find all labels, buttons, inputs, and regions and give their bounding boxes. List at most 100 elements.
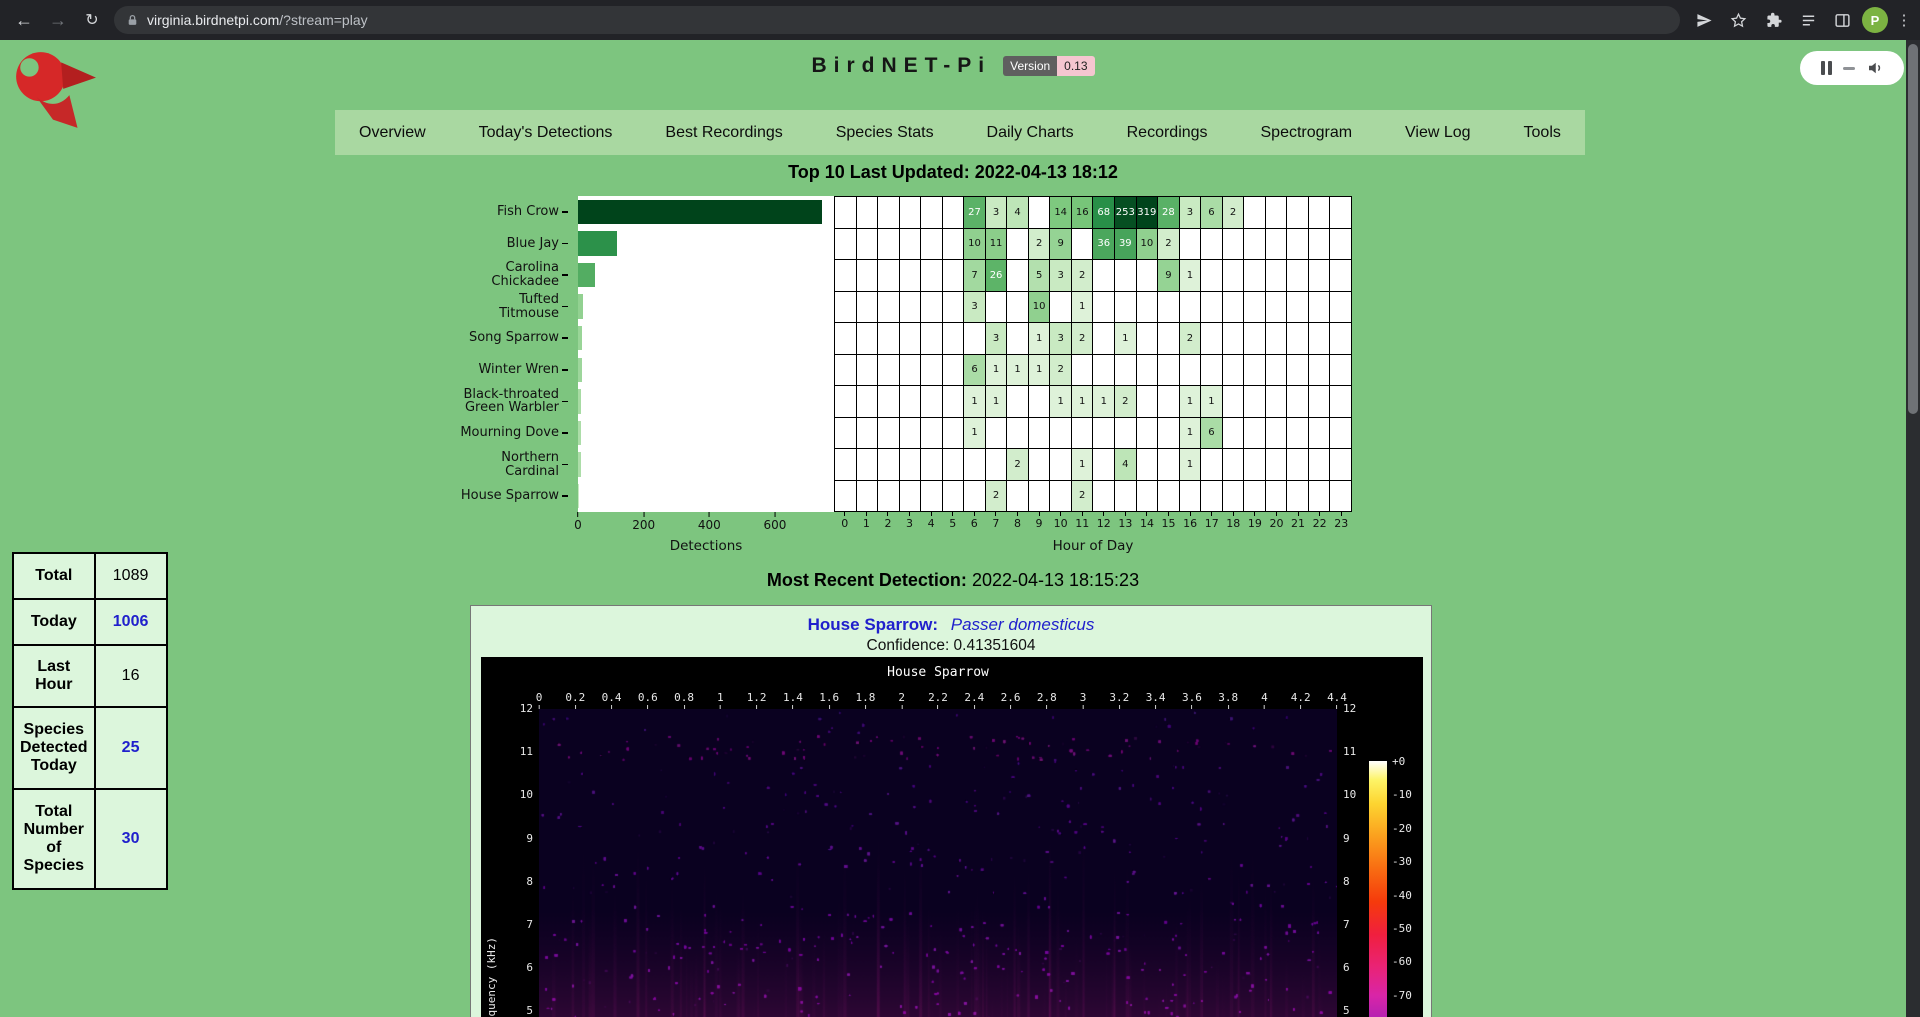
spec-db-tick-60: -60 xyxy=(1392,955,1412,968)
heatmap-cell-song-sparrow-h18 xyxy=(1223,323,1244,354)
scrollbar-thumb[interactable] xyxy=(1908,44,1918,414)
heatmap-cell-house-sparrow-h11: 2 xyxy=(1072,481,1093,512)
heatmap-cell-tufted-titmouse-h19 xyxy=(1244,292,1265,323)
nav-item-daily-charts[interactable]: Daily Charts xyxy=(979,124,1082,142)
heatmap-cell-mourning-dove-h7 xyxy=(986,418,1007,449)
heatmap-cell-song-sparrow-h20 xyxy=(1266,323,1287,354)
hour-label-0: 0 xyxy=(834,512,856,530)
heatmap-cell-mourning-dove-h11 xyxy=(1072,418,1093,449)
spec-time-tick-2-2: 2.2 xyxy=(928,691,948,709)
browser-toolbar: ← → ↻ virginia.birdnetpi.com/?stream=pla… xyxy=(0,0,1920,40)
heatmap-cell-carolina-chickadee-h0 xyxy=(835,260,856,291)
bar-house-sparrow xyxy=(578,484,579,509)
heatmap-cell-winter-wren-h22 xyxy=(1309,355,1330,386)
spec-freq-tick-left-6: 6 xyxy=(503,961,533,974)
bar-xtick-400: 400 xyxy=(698,512,721,532)
spec-time-tick-3-4: 3.4 xyxy=(1146,691,1166,709)
bookmark-star-icon[interactable] xyxy=(1724,6,1752,34)
heatmap-cell-northern-cardinal-h7 xyxy=(986,449,1007,480)
heatmap-cell-house-sparrow-h13 xyxy=(1115,481,1136,512)
page-scrollbar[interactable] xyxy=(1906,40,1920,1017)
heatmap-cell-black-throated-green-warbler-h12: 1 xyxy=(1093,386,1114,417)
hour-label-2: 2 xyxy=(877,512,899,530)
nav-item-view-log[interactable]: View Log xyxy=(1397,124,1479,142)
profile-avatar[interactable]: P xyxy=(1862,7,1888,33)
birdnetpi-page: BirdNET-Pi Version 0.13 OverviewToday's … xyxy=(0,40,1920,1017)
heatmap-cell-carolina-chickadee-h23 xyxy=(1330,260,1351,291)
species-axis: Fish CrowBlue JayCarolina ChickadeeTufte… xyxy=(444,196,568,512)
heatmap-cell-blue-jay-h2 xyxy=(878,229,899,260)
heatmap-cell-northern-cardinal-h23 xyxy=(1330,449,1351,480)
heatmap-cell-house-sparrow-h14 xyxy=(1137,481,1158,512)
spec-freq-tick-left-8: 8 xyxy=(503,875,533,888)
heatmap-cell-mourning-dove-h18 xyxy=(1223,418,1244,449)
heatmap-cell-house-sparrow-h8 xyxy=(1007,481,1028,512)
seek-dash[interactable] xyxy=(1843,67,1855,70)
extensions-puzzle-icon[interactable] xyxy=(1760,6,1788,34)
spec-freq-tick-left-5: 5 xyxy=(503,1004,533,1017)
heatmap-cell-blue-jay-h7: 11 xyxy=(986,229,1007,260)
spec-time-tick-1-8: 1.8 xyxy=(856,691,876,709)
bar-xaxis-title: Detections xyxy=(578,538,834,554)
species-common-name-link[interactable]: House Sparrow: xyxy=(808,615,938,634)
nav-item-spectrogram[interactable]: Spectrogram xyxy=(1253,124,1361,142)
heatmap-cell-mourning-dove-h0 xyxy=(835,418,856,449)
spec-time-tick-2-4: 2.4 xyxy=(964,691,984,709)
nav-item-today-s-detections[interactable]: Today's Detections xyxy=(471,124,621,142)
heatmap-cell-carolina-chickadee-h16: 1 xyxy=(1180,260,1201,291)
reading-list-icon[interactable] xyxy=(1794,6,1822,34)
heatmap-cell-tufted-titmouse-h8 xyxy=(1007,292,1028,323)
heatmap-cell-house-sparrow-h15 xyxy=(1158,481,1179,512)
volume-icon[interactable] xyxy=(1866,59,1884,77)
recent-detection-value: 2022-04-13 18:15:23 xyxy=(972,570,1139,590)
nav-item-best-recordings[interactable]: Best Recordings xyxy=(657,124,790,142)
stats-row-total-number-of-species: Total Number of Species30 xyxy=(13,789,167,889)
spec-freq-tick-right-10: 10 xyxy=(1343,788,1373,801)
heatmap-cell-blue-jay-h23 xyxy=(1330,229,1351,260)
heatmap-cell-carolina-chickadee-h14 xyxy=(1137,260,1158,291)
stats-table-body: Total1089Today1006Last Hour16Species Det… xyxy=(13,553,167,889)
reload-icon[interactable]: ↻ xyxy=(78,6,106,34)
heatmap-cell-black-throated-green-warbler-h23 xyxy=(1330,386,1351,417)
spec-time-tick-1-4: 1.4 xyxy=(783,691,803,709)
heatmap-cell-song-sparrow-h21 xyxy=(1287,323,1308,354)
heatmap-cell-northern-cardinal-h22 xyxy=(1309,449,1330,480)
back-icon[interactable]: ← xyxy=(10,6,38,34)
nav-item-tools[interactable]: Tools xyxy=(1516,124,1569,142)
pause-icon[interactable] xyxy=(1821,61,1832,75)
page-title: BirdNET-Pi xyxy=(811,54,991,78)
spec-freq-tick-right-7: 7 xyxy=(1343,918,1373,931)
address-bar[interactable]: virginia.birdnetpi.com/?stream=play xyxy=(114,6,1680,34)
heatmap-cell-winter-wren-h5 xyxy=(943,355,964,386)
heatmap-cell-song-sparrow-h11: 2 xyxy=(1072,323,1093,354)
heatmap-cell-song-sparrow-h9: 1 xyxy=(1029,323,1050,354)
spec-db-tick-0: +0 xyxy=(1392,755,1405,768)
hour-label-3: 3 xyxy=(899,512,921,530)
heatmap-cell-house-sparrow-h21 xyxy=(1287,481,1308,512)
stat-value-species-detected-today[interactable]: 25 xyxy=(95,707,167,789)
bar-blue-jay xyxy=(578,231,617,256)
menu-kebab-icon[interactable]: ⋮ xyxy=(1890,6,1918,34)
nav-item-overview[interactable]: Overview xyxy=(351,124,434,142)
species-label-house-sparrow: House Sparrow xyxy=(444,480,568,512)
species-label-blue-jay: Blue Jay xyxy=(444,228,568,260)
stats-row-species-detected-today: Species Detected Today25 xyxy=(13,707,167,789)
nav-item-recordings[interactable]: Recordings xyxy=(1119,124,1216,142)
nav-item-species-stats[interactable]: Species Stats xyxy=(828,124,942,142)
heatmap-cell-black-throated-green-warbler-h8 xyxy=(1007,386,1028,417)
stats-row-today: Today1006 xyxy=(13,599,167,645)
spec-time-tick-3-8: 3.8 xyxy=(1218,691,1238,709)
stat-value-today[interactable]: 1006 xyxy=(95,599,167,645)
heatmap-cell-black-throated-green-warbler-h15 xyxy=(1158,386,1179,417)
spec-time-tick-2-6: 2.6 xyxy=(1001,691,1021,709)
hour-label-22: 22 xyxy=(1309,512,1331,530)
forward-icon[interactable]: → xyxy=(44,6,72,34)
audio-player[interactable] xyxy=(1800,51,1904,85)
send-icon[interactable] xyxy=(1690,6,1718,34)
hour-label-21: 21 xyxy=(1287,512,1309,530)
hour-label-6: 6 xyxy=(964,512,986,530)
side-panel-icon[interactable] xyxy=(1828,6,1856,34)
heatmap-cell-song-sparrow-h8 xyxy=(1007,323,1028,354)
stat-value-total-number-of-species[interactable]: 30 xyxy=(95,789,167,889)
heatmap-cell-song-sparrow-h23 xyxy=(1330,323,1351,354)
